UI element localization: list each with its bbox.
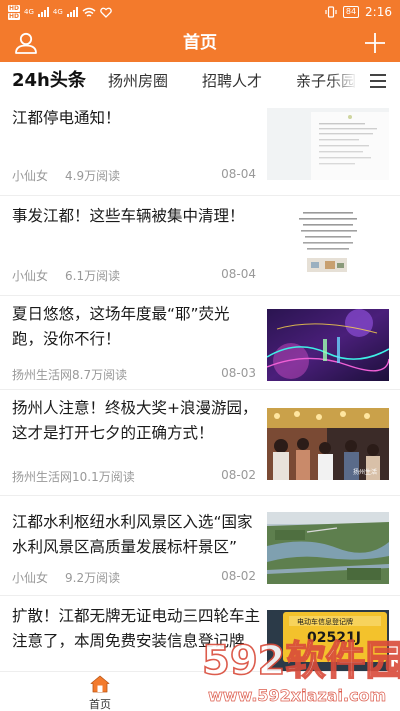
network-type-1: 4G bbox=[24, 7, 34, 16]
network-type-2: 4G bbox=[52, 7, 63, 16]
menu-icon[interactable] bbox=[370, 74, 386, 88]
article-title[interactable]: 扬州人注意！终极大奖+浪漫游园，这才是打开七夕的正确方式！ bbox=[12, 396, 260, 446]
article-date: 08-03 bbox=[221, 366, 256, 380]
status-left: HD HD 4G 4G bbox=[8, 4, 112, 20]
article-reads: 10.1万阅读 bbox=[72, 470, 135, 484]
article-reads: 8.7万阅读 bbox=[72, 368, 128, 382]
tab-yangzhou-housing[interactable]: 扬州房圈 bbox=[108, 62, 168, 100]
article-source: 小仙女 bbox=[12, 169, 49, 183]
signal-icon-1 bbox=[37, 7, 49, 17]
article-source: 小仙女 bbox=[12, 571, 49, 585]
watermark-url: www.592xiazai.com bbox=[208, 686, 386, 705]
plus-icon[interactable] bbox=[364, 32, 386, 54]
nav-home[interactable]: 首页 bbox=[80, 672, 120, 711]
tab-fade bbox=[330, 62, 364, 100]
article-thumbnail[interactable]: 扬州生活 bbox=[267, 408, 389, 480]
article-meta: 小仙女 4.9万阅读 08-04 bbox=[12, 167, 256, 184]
article-title[interactable]: 事发江都！这些车辆被集中清理！ bbox=[12, 204, 260, 229]
battery-icon: 84 bbox=[342, 6, 360, 18]
article-thumbnail[interactable] bbox=[267, 309, 389, 381]
tab-recruitment[interactable]: 招聘人才 bbox=[202, 62, 262, 100]
article-meta: 扬州生活网 8.7万阅读 08-03 bbox=[12, 366, 256, 383]
article-thumbnail[interactable] bbox=[267, 206, 389, 278]
article-thumbnail[interactable] bbox=[267, 108, 389, 180]
article-title[interactable]: 夏日悠悠，这场年度最“耶”荧光跑，没你不行！ bbox=[12, 302, 260, 352]
article-reads: 4.9万阅读 bbox=[65, 169, 121, 183]
article-source: 扬州生活网 bbox=[12, 470, 73, 484]
article-item[interactable]: 事发江都！这些车辆被集中清理！ 小仙女 6.1万阅读 08-04 bbox=[0, 196, 400, 296]
article-reads: 9.2万阅读 bbox=[65, 571, 121, 585]
home-icon bbox=[90, 675, 110, 693]
article-item[interactable]: 夏日悠悠，这场年度最“耶”荧光跑，没你不行！ 扬州生活网 8.7万阅读 08-0… bbox=[0, 296, 400, 390]
tab-24h-headlines[interactable]: 24h头条 bbox=[12, 62, 86, 100]
article-meta: 小仙女 6.1万阅读 08-04 bbox=[12, 267, 256, 284]
article-thumbnail[interactable] bbox=[267, 512, 389, 584]
heart-icon bbox=[99, 7, 112, 18]
app-header: 首页 bbox=[0, 24, 400, 62]
article-date: 08-04 bbox=[221, 267, 256, 281]
article-date: 08-02 bbox=[221, 569, 256, 583]
article-source: 扬州生活网 bbox=[12, 368, 73, 382]
vibrate-icon bbox=[325, 6, 337, 18]
wifi-icon bbox=[82, 7, 96, 17]
status-right: 84 2:16 bbox=[325, 5, 392, 19]
status-bar: HD HD 4G 4G 84 2:16 bbox=[0, 0, 400, 24]
signal-icon-2 bbox=[66, 7, 78, 17]
category-tabs: 24h头条 扬州房圈 招聘人才 亲子乐园 bbox=[0, 62, 400, 100]
nav-home-label: 首页 bbox=[89, 698, 111, 711]
watermark-logo: 592软件园 www.592xiazai.com bbox=[201, 637, 400, 705]
hd-indicators: HD HD bbox=[8, 4, 21, 20]
thumbnail-caption: 扬州生活 bbox=[353, 468, 377, 476]
clock: 2:16 bbox=[365, 5, 392, 19]
hd-badge-top: HD bbox=[8, 4, 21, 12]
page-title: 首页 bbox=[183, 33, 217, 53]
article-reads: 6.1万阅读 bbox=[65, 269, 121, 283]
watermark-brand: 592软件园 bbox=[202, 638, 400, 684]
article-date: 08-02 bbox=[221, 468, 256, 482]
article-title[interactable]: 江都水利枢纽水利风景区入选“国家水利风景区高质量发展标杆景区” bbox=[12, 510, 260, 560]
article-source: 小仙女 bbox=[12, 269, 49, 283]
article-date: 08-04 bbox=[221, 167, 256, 181]
article-meta: 小仙女 9.2万阅读 08-02 bbox=[12, 569, 256, 586]
article-meta: 扬州生活网 10.1万阅读 08-02 bbox=[12, 468, 256, 485]
hd-badge-bottom: HD bbox=[8, 12, 21, 20]
article-item[interactable]: 扬州人注意！终极大奖+浪漫游园，这才是打开七夕的正确方式！ 扬州生活网 10.1… bbox=[0, 390, 400, 496]
article-title[interactable]: 江都停电通知！ bbox=[12, 106, 260, 131]
article-item[interactable]: 江都水利枢纽水利风景区入选“国家水利风景区高质量发展标杆景区” 小仙女 9.2万… bbox=[0, 496, 400, 596]
article-item[interactable]: 江都停电通知！ 小仙女 4.9万阅读 08-04 bbox=[0, 100, 400, 196]
